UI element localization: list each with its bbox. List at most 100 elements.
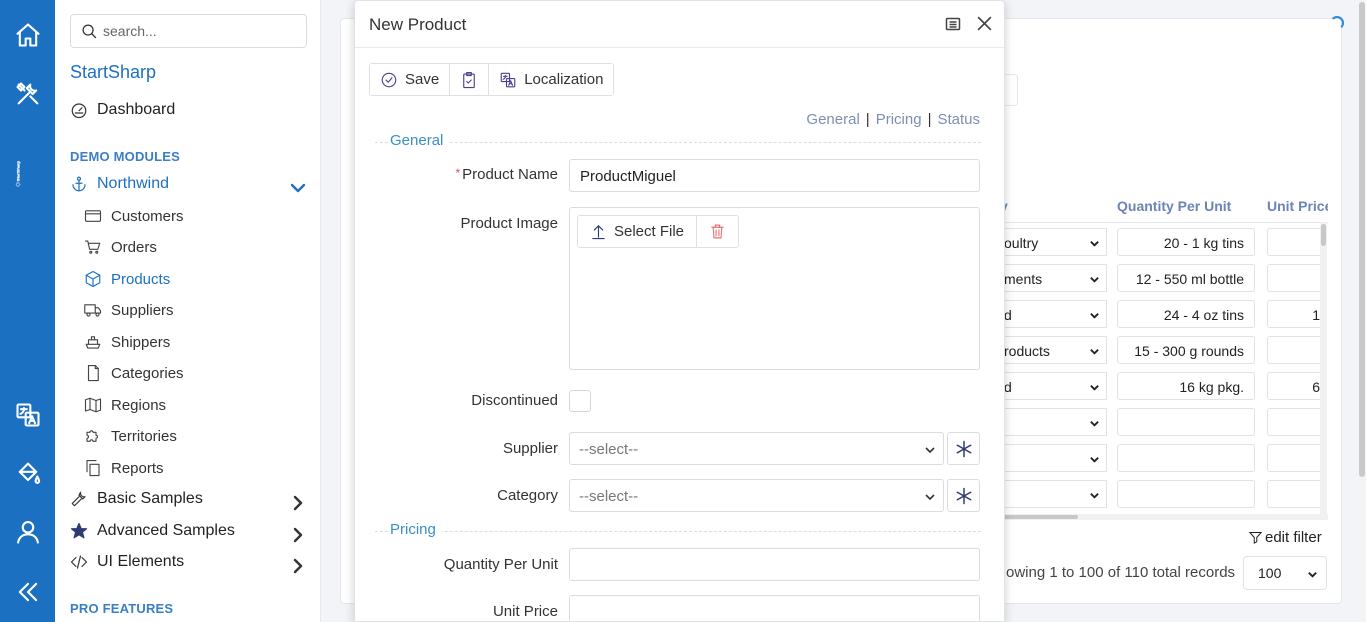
category-select[interactable] — [1000, 408, 1107, 436]
sidebar-item-regions[interactable]: Regions — [84, 396, 166, 414]
grid-horizontal-scrollbar[interactable] — [1000, 514, 1328, 520]
maximize-icon[interactable] — [945, 16, 961, 32]
tools-icon[interactable] — [0, 74, 55, 114]
apply-changes-button[interactable] — [450, 64, 490, 95]
category-general: General — [375, 132, 981, 152]
edit-filter-link[interactable]: edit filter — [1248, 529, 1322, 546]
sidebar-item-shippers[interactable]: Shippers — [84, 333, 170, 351]
quantity-cell[interactable] — [1117, 444, 1255, 472]
unit-price-input[interactable] — [569, 595, 980, 621]
section-demo-modules: DEMO MODULES — [70, 149, 181, 164]
sidebar-item-categories[interactable]: Categories — [84, 364, 184, 382]
category-pricing: Pricing — [375, 521, 981, 541]
quantity-cell[interactable]: 16 kg pkg. — [1117, 372, 1255, 400]
unit-price-label: Unit Price — [492, 603, 558, 620]
product-name-input[interactable]: ProductMiguel — [569, 159, 980, 192]
category-select[interactable] — [1000, 444, 1107, 472]
gauge-icon — [71, 103, 87, 119]
select-file-button[interactable]: Select File — [578, 216, 698, 247]
page-size-select[interactable]: 100 — [1243, 556, 1327, 590]
category-select[interactable]: oultry — [1000, 228, 1107, 256]
category-select[interactable]: --select-- — [569, 479, 944, 512]
anchor-icon — [72, 176, 86, 192]
category-select[interactable]: roducts — [1000, 336, 1107, 364]
sidebar-item-products[interactable]: Products — [84, 270, 170, 288]
new-product-dialog: New Product Save Localization General | … — [354, 0, 1005, 622]
asterisk-icon — [956, 440, 971, 457]
sidebar-item-label: Territories — [111, 427, 177, 445]
category-select[interactable] — [1000, 480, 1107, 508]
nav-advanced-samples-label: Advanced Samples — [97, 522, 235, 539]
check-circle-icon — [381, 72, 397, 87]
price-cell[interactable]: 1 — [1267, 300, 1320, 328]
sidebar-item-suppliers[interactable]: Suppliers — [84, 301, 174, 319]
ship-icon — [85, 336, 101, 349]
nav-advanced-samples[interactable]: Advanced Samples — [70, 522, 307, 543]
nav-basic-samples[interactable]: Basic Samples — [70, 490, 307, 511]
category-select[interactable]: d — [1000, 300, 1107, 328]
asterisk-icon — [956, 487, 971, 504]
close-icon[interactable] — [976, 15, 993, 32]
quantity-cell[interactable] — [1117, 408, 1255, 436]
sidebar-item-reports[interactable]: Reports — [84, 459, 164, 477]
upload-icon — [592, 225, 605, 240]
price-cell[interactable] — [1267, 264, 1320, 292]
sidebar-item-label: Orders — [111, 238, 157, 256]
product-image-upload[interactable]: Select File — [569, 207, 980, 370]
save-button[interactable]: Save — [370, 64, 451, 95]
category-select[interactable]: d — [1000, 372, 1107, 400]
nav-ui-elements[interactable]: UI Elements — [70, 553, 307, 574]
category-select[interactable]: ments — [1000, 264, 1107, 292]
column-header-unit-price[interactable]: Unit Price — [1267, 198, 1328, 214]
home-icon[interactable] — [0, 15, 55, 55]
edit-filter-label: edit filter — [1265, 529, 1322, 546]
delete-file-button[interactable] — [697, 216, 738, 247]
quantity-cell[interactable]: 24 - 4 oz tins — [1117, 300, 1255, 328]
page-scrollbar[interactable] — [1358, 0, 1366, 622]
sidebar-item-label: Regions — [111, 396, 167, 414]
discontinued-checkbox[interactable] — [569, 390, 591, 412]
nav-dashboard[interactable]: Dashboard — [70, 101, 175, 119]
chevron-down-icon — [1090, 349, 1099, 355]
search-input[interactable] — [103, 15, 298, 47]
supplier-edit-button[interactable] — [947, 432, 980, 465]
sidebar-item-territories[interactable]: Territories — [84, 427, 177, 445]
user-icon[interactable] — [0, 512, 55, 552]
sidebar-item-orders[interactable]: Orders — [84, 238, 157, 256]
price-cell[interactable] — [1267, 228, 1320, 256]
price-cell[interactable] — [1267, 480, 1320, 508]
price-cell[interactable]: 6 — [1267, 372, 1320, 400]
category-edit-button[interactable] — [947, 479, 980, 512]
localization-icon[interactable] — [0, 395, 55, 435]
quantity-cell[interactable]: 12 - 550 ml bottle — [1117, 264, 1255, 292]
quantity-per-unit-input[interactable] — [569, 548, 980, 581]
quantity-cell[interactable] — [1117, 480, 1255, 508]
link-status[interactable]: Status — [937, 111, 980, 128]
price-cell[interactable] — [1267, 408, 1320, 436]
truck-icon — [84, 304, 102, 317]
star-icon — [70, 522, 88, 539]
price-cell[interactable] — [1267, 444, 1320, 472]
link-general[interactable]: General — [806, 111, 859, 128]
localization-button[interactable]: Localization — [489, 64, 614, 95]
quantity-cell[interactable]: 15 - 300 g rounds — [1117, 336, 1255, 364]
required-marker: * — [455, 166, 461, 180]
supplier-select[interactable]: --select-- — [569, 432, 944, 465]
collapse-icon[interactable] — [0, 572, 55, 612]
puzzle-icon — [86, 430, 98, 442]
sidebar-item-label: Categories — [111, 364, 184, 382]
grid-vertical-scrollbar[interactable] — [1320, 222, 1327, 518]
wrench-icon — [71, 491, 86, 507]
column-header-quantity[interactable]: Quantity Per Unit — [1117, 198, 1231, 214]
search-box[interactable] — [70, 14, 307, 48]
app-title[interactable]: StartSharp — [70, 62, 156, 83]
nav-northwind[interactable]: Northwind — [70, 175, 307, 193]
sidebar-item-customers[interactable]: Customers — [84, 207, 184, 225]
filter-icon — [1248, 532, 1263, 544]
quantity-cell[interactable]: 20 - 1 kg tins — [1117, 228, 1255, 256]
chevron-right-icon — [293, 527, 303, 543]
link-pricing[interactable]: Pricing — [876, 111, 922, 128]
price-cell[interactable] — [1267, 336, 1320, 364]
paint-bucket-icon[interactable] — [0, 453, 55, 493]
dialog-header: New Product — [355, 1, 1004, 48]
